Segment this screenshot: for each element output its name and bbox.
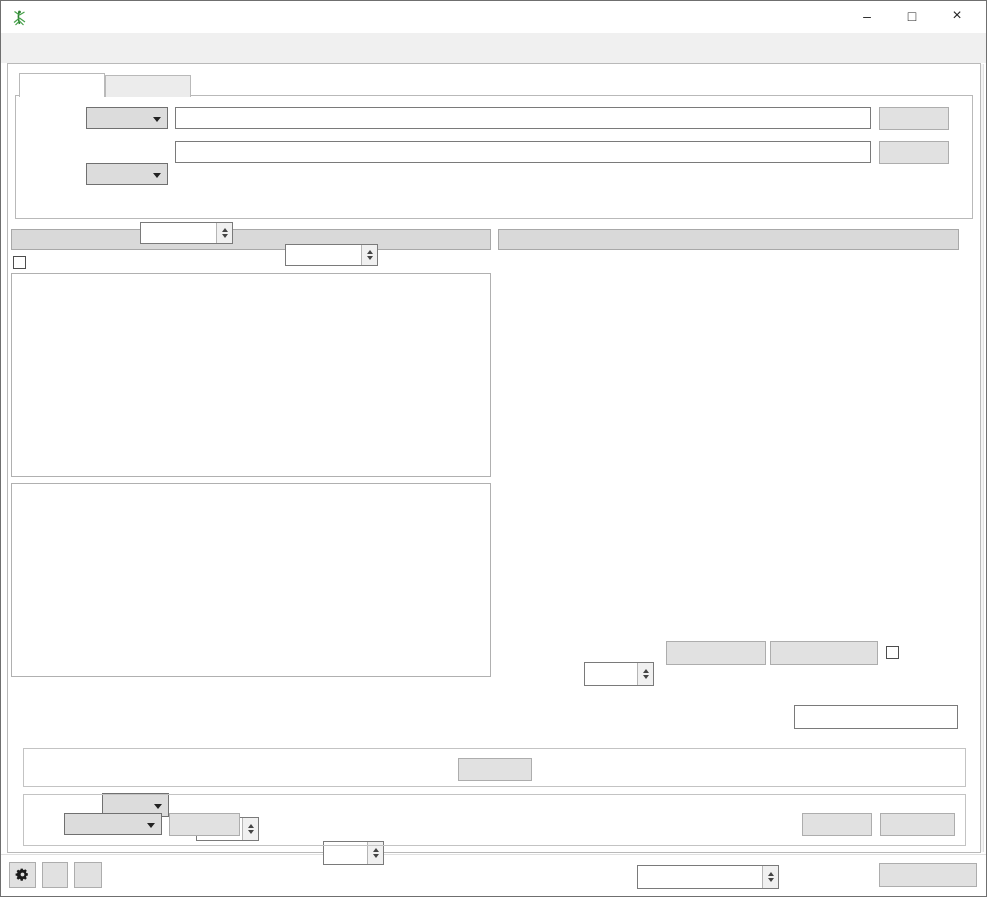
maximize-icon[interactable]: □ [890,1,934,33]
mask-spectrum-spinbox[interactable] [637,865,779,889]
tab-single-input[interactable] [19,73,105,97]
mask-spectrum-value[interactable] [638,866,762,888]
end-x-value[interactable] [286,245,361,265]
tab-multiple-input[interactable] [105,75,191,97]
sample-fit-plot [500,253,957,487]
spinner-arrows-icon[interactable] [762,866,778,888]
see-full-function-row[interactable] [13,256,31,270]
output-plot-combo[interactable] [64,813,162,835]
plot-spectrum-value[interactable] [585,663,637,685]
minimize-icon[interactable]: – [845,1,889,33]
fit-settings-table [11,483,491,677]
help-button[interactable] [42,862,68,888]
start-x-value[interactable] [141,223,216,243]
gear-icon [15,867,30,882]
end-x-spinbox[interactable] [285,244,378,266]
chevron-down-icon [153,173,161,178]
see-full-function-checkbox[interactable] [13,256,26,269]
app-window: – □ × [0,0,987,897]
save-result-button[interactable] [880,813,955,836]
mask-range-input[interactable] [794,705,958,729]
resolution-type-combo[interactable] [86,163,168,185]
spinner-arrows-icon[interactable] [637,663,653,685]
chevron-down-icon [153,117,161,122]
plot-guess-checkbox[interactable] [886,646,899,659]
fit-function-table [11,273,491,477]
mantid-logo-icon [11,9,28,26]
title-bar: – □ × [1,1,986,33]
output-plot-button[interactable] [169,813,240,836]
fit-function-header [11,229,491,250]
edit-result-button[interactable] [802,813,872,836]
chevron-down-icon [147,823,155,828]
fit-function-group [11,229,491,677]
python-export-button[interactable] [74,862,102,888]
resolution-path-input[interactable] [175,141,871,163]
footer-separator [1,854,986,855]
close-icon[interactable]: × [935,1,979,33]
mini-plots-header [498,229,959,250]
manage-directories-button[interactable] [879,863,977,887]
spinner-arrows-icon[interactable] [361,245,377,265]
sample-browse-button[interactable] [879,107,949,130]
run-group [23,748,966,787]
run-button[interactable] [458,758,532,781]
sample-type-combo[interactable] [86,107,168,129]
main-tab-bar [1,33,986,63]
spinner-arrows-icon[interactable] [216,223,232,243]
plot-spectrum-spinbox[interactable] [584,662,654,686]
fit-single-spectrum-button[interactable] [666,641,766,665]
difference-plot [500,496,957,636]
start-x-spinbox[interactable] [140,222,233,244]
mini-plots-group [498,229,959,675]
resolution-browse-button[interactable] [879,141,949,164]
output-group [23,794,966,846]
sample-path-input[interactable] [175,107,871,129]
plot-current-preview-button[interactable] [770,641,878,665]
settings-button[interactable] [9,862,36,888]
